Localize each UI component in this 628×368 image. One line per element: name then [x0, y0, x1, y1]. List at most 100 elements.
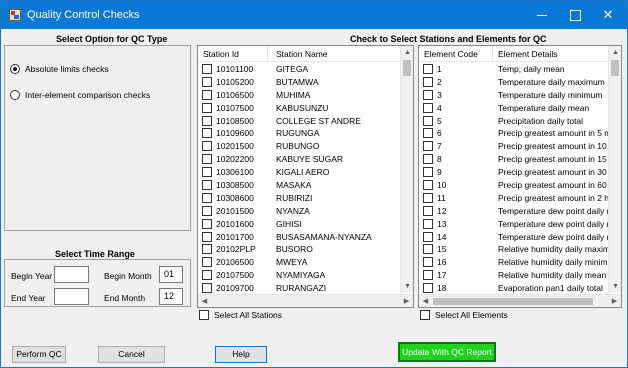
- update-with-qc-report-button[interactable]: Update With QC Report: [398, 342, 496, 362]
- row-checkbox[interactable]: [202, 192, 212, 203]
- row-checkbox[interactable]: [202, 244, 212, 255]
- row-checkbox[interactable]: [423, 257, 433, 268]
- element-details-column-header[interactable]: Element Details: [498, 49, 558, 59]
- scroll-thumb[interactable]: [403, 60, 411, 76]
- element-row[interactable]: 10 Precip greatest amount in 60 min: [419, 179, 609, 192]
- stations-list[interactable]: Station Id Station Name 10101100 GITEGA 10…: [197, 45, 414, 308]
- row-checkbox[interactable]: [423, 64, 433, 74]
- element-code-column-header[interactable]: Element Code: [424, 49, 478, 59]
- row-checkbox[interactable]: [202, 76, 212, 87]
- row-checkbox[interactable]: [202, 231, 212, 242]
- close-icon[interactable]: ✕: [593, 1, 623, 29]
- element-row[interactable]: 1 Temp; daily mean: [419, 63, 609, 76]
- minimize-icon[interactable]: [527, 1, 557, 29]
- element-row[interactable]: 2 Temperature daily maximum: [419, 76, 609, 89]
- element-row[interactable]: 13 Temperature dew point daily min: [419, 218, 609, 231]
- element-row[interactable]: 14 Temperature dew point daily mean: [419, 231, 609, 244]
- station-row[interactable]: 10101100 GITEGA: [198, 63, 401, 76]
- scroll-right-icon[interactable]: ▶: [608, 295, 621, 307]
- row-checkbox[interactable]: [202, 128, 212, 139]
- scroll-thumb[interactable]: [611, 60, 619, 76]
- begin-month-input[interactable]: 01: [159, 266, 183, 283]
- row-checkbox[interactable]: [202, 218, 212, 229]
- station-row[interactable]: 10107500 KABUSUNZU: [198, 102, 401, 115]
- station-row[interactable]: 20106500 MWEYA: [198, 256, 401, 269]
- elements-horizontal-scrollbar[interactable]: ◀ ▶: [419, 294, 621, 307]
- station-row[interactable]: 10308500 MASAKA: [198, 179, 401, 192]
- element-row[interactable]: 4 Temperature daily mean: [419, 102, 609, 115]
- station-row[interactable]: 10109600 RUGUNGA: [198, 127, 401, 140]
- station-row[interactable]: 20107500 NYAMIYAGA: [198, 269, 401, 282]
- row-checkbox[interactable]: [423, 244, 433, 255]
- row-checkbox[interactable]: [423, 167, 433, 178]
- row-checkbox[interactable]: [423, 270, 433, 281]
- row-checkbox[interactable]: [202, 205, 212, 216]
- stations-vertical-scrollbar[interactable]: ▲ ▼: [400, 46, 413, 293]
- scroll-left-icon[interactable]: ◀: [419, 295, 432, 307]
- station-row[interactable]: 20102PLP BUSORO: [198, 243, 401, 256]
- station-row[interactable]: 20101700 BUSASAMANA-NYANZA: [198, 231, 401, 244]
- row-checkbox[interactable]: [202, 141, 212, 152]
- element-row[interactable]: 15 Relative humidity daily maximum: [419, 243, 609, 256]
- stations-horizontal-scrollbar[interactable]: ◀ ▶: [198, 294, 413, 307]
- station-row[interactable]: 10202200 KABUYE SUGAR: [198, 153, 401, 166]
- perform-qc-button[interactable]: Perform QC: [12, 346, 66, 363]
- row-checkbox[interactable]: [423, 115, 433, 126]
- station-row[interactable]: 10201500 RUBUNGO: [198, 140, 401, 153]
- end-year-input[interactable]: [54, 288, 89, 305]
- row-checkbox[interactable]: [423, 141, 433, 152]
- element-row[interactable]: 12 Temperature dew point daily max: [419, 205, 609, 218]
- cancel-button[interactable]: Cancel: [98, 346, 165, 363]
- row-checkbox[interactable]: [202, 102, 212, 113]
- select-all-elements-checkbox[interactable]: Select All Elements: [420, 310, 508, 320]
- row-checkbox[interactable]: [202, 154, 212, 165]
- radio-inter-element[interactable]: Inter-element comparison checks: [10, 90, 150, 100]
- row-checkbox[interactable]: [423, 76, 433, 87]
- row-checkbox[interactable]: [423, 283, 433, 294]
- element-row[interactable]: 16 Relative humidity daily minimum: [419, 256, 609, 269]
- row-checkbox[interactable]: [423, 89, 433, 100]
- scroll-up-icon[interactable]: ▲: [401, 46, 413, 59]
- horizontal-scroll-thumb[interactable]: [433, 298, 593, 305]
- elements-list[interactable]: Element Code Element Details 1 Temp; dail…: [418, 45, 622, 308]
- row-checkbox[interactable]: [202, 180, 212, 191]
- row-checkbox[interactable]: [423, 128, 433, 139]
- row-checkbox[interactable]: [423, 231, 433, 242]
- begin-year-input[interactable]: [54, 266, 89, 283]
- element-row[interactable]: 9 Precip greatest amount in 30 min: [419, 166, 609, 179]
- scroll-right-icon[interactable]: ▶: [400, 295, 413, 307]
- elements-vertical-scrollbar[interactable]: ▲ ▼: [608, 46, 621, 293]
- station-row[interactable]: 10306100 KIGALI AERO: [198, 166, 401, 179]
- scroll-down-icon[interactable]: ▼: [609, 280, 621, 293]
- element-row[interactable]: 5 Precipitation daily total: [419, 115, 609, 128]
- title-bar[interactable]: Quality Control Checks ✕: [1, 1, 627, 29]
- row-checkbox[interactable]: [202, 89, 212, 100]
- station-row[interactable]: 20101500 NYANZA: [198, 205, 401, 218]
- station-name-column-header[interactable]: Station Name: [276, 49, 328, 59]
- element-row[interactable]: 11 Precip greatest amount in 2 hours: [419, 192, 609, 205]
- station-id-column-header[interactable]: Station Id: [203, 49, 239, 59]
- row-checkbox[interactable]: [423, 218, 433, 229]
- element-row[interactable]: 3 Temperature daily minimum: [419, 89, 609, 102]
- scroll-up-icon[interactable]: ▲: [609, 46, 621, 59]
- row-checkbox[interactable]: [423, 102, 433, 113]
- radio-absolute-limits[interactable]: Absolute limits checks: [10, 64, 109, 74]
- end-month-input[interactable]: 12: [159, 288, 183, 305]
- row-checkbox[interactable]: [202, 64, 212, 74]
- element-row[interactable]: 8 Precip greatest amount in 15 min: [419, 153, 609, 166]
- maximize-icon[interactable]: [560, 1, 590, 29]
- row-checkbox[interactable]: [202, 115, 212, 126]
- row-checkbox[interactable]: [202, 167, 212, 178]
- row-checkbox[interactable]: [202, 283, 212, 294]
- station-row[interactable]: 10308600 RUBIRIZI: [198, 192, 401, 205]
- station-row[interactable]: 10108500 COLLEGE ST ANDRE: [198, 115, 401, 128]
- station-row[interactable]: 10106500 MUHIMA: [198, 89, 401, 102]
- row-checkbox[interactable]: [423, 154, 433, 165]
- row-checkbox[interactable]: [202, 257, 212, 268]
- scroll-down-icon[interactable]: ▼: [401, 280, 413, 293]
- row-checkbox[interactable]: [423, 192, 433, 203]
- element-row[interactable]: 7 Precip greatest amount in 10 min: [419, 140, 609, 153]
- row-checkbox[interactable]: [423, 180, 433, 191]
- row-checkbox[interactable]: [202, 270, 212, 281]
- element-row[interactable]: 6 Precip greatest amount in 5 min: [419, 127, 609, 140]
